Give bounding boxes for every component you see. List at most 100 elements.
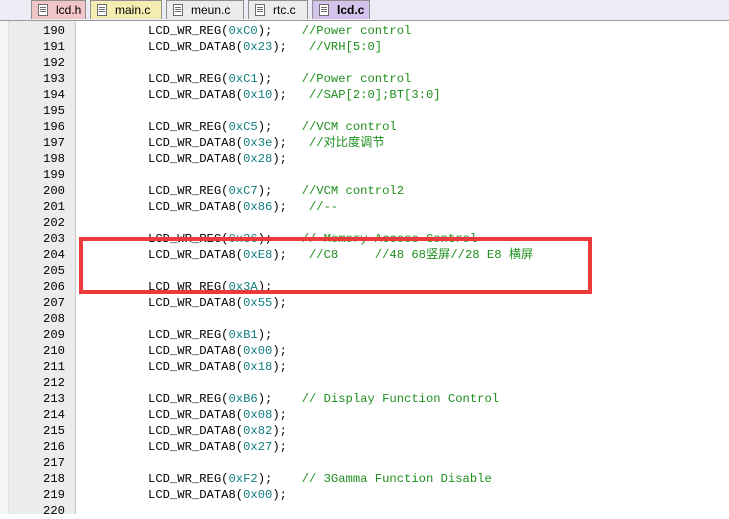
hex-argument: 0x3e [243, 136, 273, 150]
code-line[interactable]: 191 LCD_WR_DATA8(0x23); //VRH[5:0] [0, 39, 729, 55]
line-number: 219 [43, 488, 65, 502]
tab-label: main.c [115, 3, 151, 17]
line-number: 210 [43, 344, 65, 358]
code-line[interactable]: 199 [0, 167, 729, 183]
code-line[interactable]: 194 LCD_WR_DATA8(0x10); //SAP[2:0];BT[3:0… [0, 87, 729, 103]
function-call: LCD_WR_DATA8( [148, 152, 244, 166]
code-comment: // 3Gamma Function Disable [301, 472, 492, 486]
line-number: 205 [43, 264, 65, 278]
tab-lcd-h[interactable]: lcd.h [31, 0, 86, 19]
code-line[interactable]: 195 [0, 103, 729, 119]
line-number: 203 [43, 232, 65, 246]
call-close: ); [257, 472, 273, 486]
call-close: ); [272, 344, 287, 358]
code-line[interactable]: 219 LCD_WR_DATA8(0x00); [0, 487, 729, 503]
code-line[interactable]: 212 [0, 375, 729, 391]
line-number: 214 [43, 408, 65, 422]
code-text: LCD_WR_DATA8(0x55); [148, 295, 287, 311]
hex-argument: 0xB1 [228, 328, 258, 342]
line-number: 195 [43, 104, 65, 118]
line-number: 190 [43, 24, 65, 38]
tab-meun-c[interactable]: meun.c [166, 0, 244, 19]
function-call: LCD_WR_REG( [148, 472, 229, 486]
hex-argument: 0xC7 [228, 184, 258, 198]
code-comment: //VRH[5:0] [308, 40, 383, 54]
code-line[interactable]: 214 LCD_WR_DATA8(0x08); [0, 407, 729, 423]
line-number: 194 [43, 88, 65, 102]
call-close: ); [257, 184, 273, 198]
function-call: LCD_WR_REG( [148, 72, 229, 86]
code-line[interactable]: 193 LCD_WR_REG(0xC1); //Power control [0, 71, 729, 87]
tab-main-c[interactable]: main.c [90, 0, 162, 19]
hex-argument: 0x23 [243, 40, 273, 54]
code-comment: //Power control [301, 72, 412, 86]
code-line[interactable]: 202 [0, 215, 729, 231]
hex-argument: 0xC5 [228, 120, 258, 134]
code-text: LCD_WR_DATA8(0x82); [148, 423, 287, 439]
call-close: ); [257, 72, 273, 86]
line-number: 201 [43, 200, 65, 214]
call-close: ); [272, 152, 287, 166]
tab-rtc-c[interactable]: rtc.c [248, 0, 308, 19]
code-line[interactable]: 201 LCD_WR_DATA8(0x86); //-- [0, 199, 729, 215]
code-text: LCD_WR_DATA8(0x00); [148, 343, 287, 359]
code-comment: //SAP[2:0];BT[3:0] [308, 88, 441, 102]
call-close: ); [272, 408, 287, 422]
hex-argument: 0xC0 [228, 24, 258, 38]
code-text: LCD_WR_REG(0xB1); [148, 327, 272, 343]
code-line[interactable]: 217 [0, 455, 729, 471]
code-line[interactable]: 211 LCD_WR_DATA8(0x18); [0, 359, 729, 375]
code-line[interactable]: 210 LCD_WR_DATA8(0x00); [0, 343, 729, 359]
code-comment: //-- [308, 200, 339, 214]
function-call: LCD_WR_REG( [148, 328, 229, 342]
code-line[interactable]: 207 LCD_WR_DATA8(0x55); [0, 295, 729, 311]
call-close: ); [272, 88, 287, 102]
code-line[interactable]: 216 LCD_WR_DATA8(0x27); [0, 439, 729, 455]
code-line[interactable]: 198 LCD_WR_DATA8(0x28); [0, 151, 729, 167]
code-text: LCD_WR_DATA8(0x3e); //对比度调节 [148, 135, 385, 151]
line-number: 206 [43, 280, 65, 294]
hex-argument: 0xF2 [228, 472, 258, 486]
code-line[interactable]: 213 LCD_WR_REG(0xB6); // Display Function… [0, 391, 729, 407]
line-number: 208 [43, 312, 65, 326]
code-line[interactable]: 208 [0, 311, 729, 327]
code-comment: //Power control [301, 24, 412, 38]
hex-argument: 0xB6 [228, 392, 258, 406]
call-close: ); [272, 360, 287, 374]
line-number: 218 [43, 472, 65, 486]
code-line[interactable]: 218 LCD_WR_REG(0xF2); // 3Gamma Function … [0, 471, 729, 487]
function-call: LCD_WR_DATA8( [148, 344, 244, 358]
code-line[interactable]: 200 LCD_WR_REG(0xC7); //VCM control2 [0, 183, 729, 199]
hex-argument: 0x10 [243, 88, 273, 102]
code-text: LCD_WR_DATA8(0x08); [148, 407, 287, 423]
code-editor[interactable]: 190 LCD_WR_REG(0xC0); //Power control 191 L… [0, 21, 729, 518]
code-comment: //对比度调节 [308, 136, 385, 150]
code-text: LCD_WR_REG(0xC1); //Power control [148, 71, 411, 87]
function-call: LCD_WR_DATA8( [148, 40, 244, 54]
code-line[interactable]: 197 LCD_WR_DATA8(0x3e); //对比度调节 [0, 135, 729, 151]
code-line[interactable]: 220 [0, 503, 729, 519]
function-call: LCD_WR_DATA8( [148, 408, 244, 422]
call-close: ); [257, 120, 273, 134]
code-comment: //VCM control2 [301, 184, 405, 198]
call-close: ); [272, 40, 287, 54]
code-text: LCD_WR_REG(0xC0); //Power control [148, 23, 411, 39]
code-line[interactable]: 192 [0, 55, 729, 71]
function-call: LCD_WR_REG( [148, 392, 229, 406]
file-icon [255, 4, 265, 16]
code-line[interactable]: 196 LCD_WR_REG(0xC5); //VCM control [0, 119, 729, 135]
line-number: 191 [43, 40, 65, 54]
code-line[interactable]: 190 LCD_WR_REG(0xC0); //Power control [0, 23, 729, 39]
code-line[interactable]: 209 LCD_WR_REG(0xB1); [0, 327, 729, 343]
code-line[interactable]: 215 LCD_WR_DATA8(0x82); [0, 423, 729, 439]
line-number: 197 [43, 136, 65, 150]
tab-lcd-c[interactable]: lcd.c [312, 0, 370, 19]
call-close: ); [257, 24, 273, 38]
